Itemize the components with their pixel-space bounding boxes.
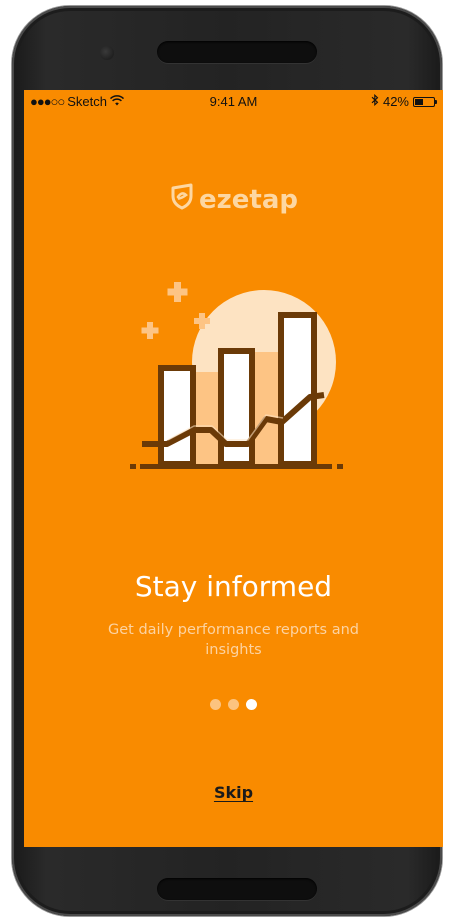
onboarding-title: Stay informed <box>134 570 333 603</box>
plus-icon <box>141 322 159 339</box>
app-screen: ●●●○○ Sketch 9:41 AM 42% ezetap Stay inf… <box>24 90 443 847</box>
battery-percentage: 42% <box>382 94 409 109</box>
page-dot[interactable] <box>228 699 239 710</box>
battery-icon <box>413 96 437 107</box>
page-dot[interactable] <box>210 699 221 710</box>
battery-fill <box>415 98 423 105</box>
bar-chart-illustration <box>130 282 343 469</box>
page-dot-active[interactable] <box>246 699 257 710</box>
chart-bar <box>218 348 255 467</box>
chart-bar <box>158 365 196 467</box>
bluetooth-icon <box>371 93 379 109</box>
onboarding-description: Get daily performance reports and insigh… <box>108 622 359 658</box>
brand-logo: ezetap <box>24 182 443 217</box>
battery-nub <box>435 99 437 104</box>
plus-icon <box>167 282 188 302</box>
chart-bar <box>278 312 317 467</box>
page-indicator <box>24 699 443 710</box>
chart-baseline <box>130 464 343 469</box>
status-bar: ●●●○○ Sketch 9:41 AM 42% <box>24 90 443 112</box>
status-right: 42% <box>371 93 437 109</box>
skip-container: Skip <box>24 783 443 802</box>
front-camera <box>100 46 114 60</box>
bottom-speaker <box>157 878 317 900</box>
ezetap-logo-icon <box>169 182 195 217</box>
brand-name: ezetap <box>199 184 298 215</box>
skip-button[interactable]: Skip <box>214 783 253 802</box>
earpiece-speaker <box>157 41 317 63</box>
